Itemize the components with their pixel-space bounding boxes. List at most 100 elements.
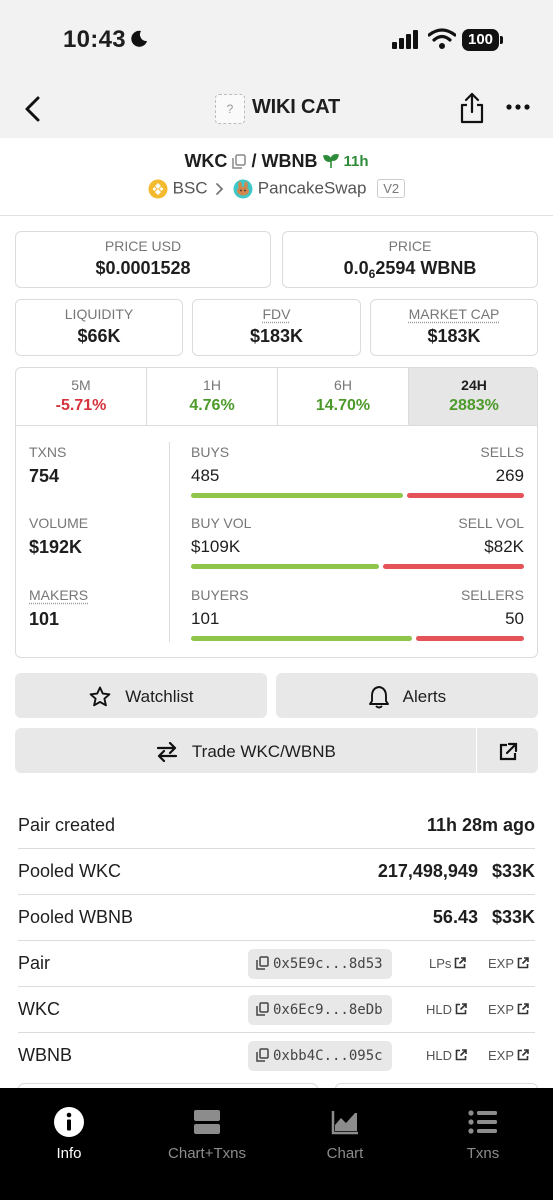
tab-chart-txns[interactable]: Chart+Txns <box>152 1106 262 1162</box>
makers-stat[interactable]: MAKERS 101 <box>29 587 88 630</box>
page-title: WIKI CAT <box>252 96 341 118</box>
more-options-icon[interactable] <box>506 104 530 110</box>
external-link-icon <box>517 957 529 969</box>
buys-sells-row: BUYS SELLS 485 269 <box>191 444 524 504</box>
wkc-holders-link[interactable]: HLD <box>426 1002 467 1017</box>
wkc-address-label: WKC <box>18 999 60 1019</box>
sprout-icon <box>322 154 339 169</box>
external-link-icon <box>455 957 467 969</box>
price-native-card: PRICE 0.062594 WBNB <box>282 231 538 288</box>
pair-header: WKC / WBNB 11h BSC PancakeSwap V2 <box>0 138 553 216</box>
share-icon[interactable] <box>459 92 485 124</box>
status-time: 10:43 <box>63 26 126 53</box>
pair-created-label: Pair created <box>18 815 116 835</box>
info-icon <box>54 1107 84 1137</box>
price-native-label: PRICE <box>388 238 432 254</box>
pair-explorer-link[interactable]: EXP <box>488 956 529 971</box>
tab-info[interactable]: Info <box>14 1106 124 1162</box>
trade-label: Trade WKC/WBNB <box>191 742 336 762</box>
market-cap-card[interactable]: MARKET CAP $183K <box>370 299 538 356</box>
pair-separator: / <box>251 150 257 171</box>
market-cap-value: $183K <box>427 326 481 346</box>
volume-split-row: BUY VOL SELL VOL $109K $82K <box>191 515 524 575</box>
token-image-placeholder: ? <box>215 94 245 124</box>
wkc-address-copy[interactable]: 0x6Ec9...8eDb <box>248 995 392 1025</box>
copy-icon <box>256 956 269 970</box>
alerts-button[interactable]: Alerts <box>276 673 538 718</box>
pooled-wkc-usd: $33K <box>491 861 535 881</box>
pooled-wkc-label: Pooled WKC <box>18 861 122 881</box>
copy-icon[interactable] <box>232 154 247 169</box>
tab-chart-label: Chart <box>326 1145 364 1162</box>
tab-24h[interactable]: 24H 2883% <box>409 368 537 425</box>
pair-address: 0x5E9c...8d53 <box>273 956 383 972</box>
watchlist-button[interactable]: Watchlist <box>15 673 267 718</box>
makers-label[interactable]: MAKERS <box>29 587 88 603</box>
chain-dex-line: BSC PancakeSwap V2 <box>0 178 553 199</box>
copy-icon <box>256 1048 269 1062</box>
external-link-icon <box>455 1003 467 1015</box>
pair-created-row: Pair created 11h 28m ago <box>18 803 535 849</box>
tab-txns[interactable]: Txns <box>428 1106 538 1162</box>
navigation-bar: ? WIKI CAT <box>0 80 553 138</box>
fdv-card[interactable]: FDV $183K <box>192 299 361 356</box>
pair-address-row: Pair 0x5E9c...8d53 LPs EXP <box>18 941 535 987</box>
pooled-wbnb-row: Pooled WBNB 56.43 $33K <box>18 895 535 941</box>
buy-vol-label: BUY VOL <box>191 515 252 531</box>
tab-6h-change: 14.70% <box>315 397 371 414</box>
trade-external-button[interactable] <box>477 728 538 773</box>
sell-vol-bar <box>383 564 524 569</box>
dex-name[interactable]: PancakeSwap <box>258 179 367 198</box>
tab-chart[interactable]: Chart <box>290 1106 400 1162</box>
wifi-icon <box>428 28 456 49</box>
wkc-address-row: WKC 0x6Ec9...8eDb HLD EXP <box>18 987 535 1033</box>
trade-button[interactable]: Trade WKC/WBNB <box>15 728 476 773</box>
bsc-chain-icon <box>148 179 168 199</box>
pooled-wbnb-amount: 56.43 <box>432 907 478 927</box>
buy-vol-bar <box>191 564 379 569</box>
price-usd-card: PRICE USD $0.0001528 <box>15 231 271 288</box>
buyers-sellers-row: BUYERS SELLERS 101 50 <box>191 587 524 647</box>
external-link-icon <box>455 1049 467 1061</box>
status-bar: 10:43 100 <box>0 0 553 80</box>
tab-1h[interactable]: 1H 4.76% <box>147 368 278 425</box>
external-link-icon <box>517 1003 529 1015</box>
buyers-bar <box>191 636 412 641</box>
pair-address-copy[interactable]: 0x5E9c...8d53 <box>248 949 392 979</box>
pooled-wkc-value: 217,498,949 $33K <box>378 861 535 882</box>
market-cap-label[interactable]: MARKET CAP <box>409 306 500 322</box>
tab-1h-label: 1H <box>203 377 221 393</box>
pooled-wbnb-value: 56.43 $33K <box>433 907 535 928</box>
chain-name[interactable]: BSC <box>173 179 208 198</box>
tab-5m-change: -5.71% <box>55 397 107 414</box>
copy-icon <box>256 1002 269 1016</box>
fdv-label[interactable]: FDV <box>263 306 291 322</box>
wbnb-holders-link[interactable]: HLD <box>426 1048 467 1063</box>
sell-vol-label: SELL VOL <box>458 515 524 531</box>
price-native-value: 0.062594 WBNB <box>343 258 477 281</box>
chevron-right-icon <box>216 182 224 195</box>
back-chevron-icon[interactable] <box>22 95 44 123</box>
pair-lps-link[interactable]: LPs <box>429 956 467 971</box>
tab-1h-change: 4.76% <box>189 397 235 414</box>
bottom-tab-bar: Info Chart+Txns Chart Txns <box>0 1088 553 1200</box>
volume-label: VOLUME <box>29 515 89 531</box>
battery-level: 100 <box>462 29 499 51</box>
list-icon <box>468 1110 497 1134</box>
buys-label: BUYS <box>191 444 230 460</box>
fdv-value: $183K <box>249 326 304 346</box>
tab-5m[interactable]: 5M -5.71% <box>16 368 147 425</box>
wbnb-explorer-link[interactable]: EXP <box>488 1048 529 1063</box>
liquidity-card: LIQUIDITY $66K <box>15 299 183 356</box>
wkc-address: 0x6Ec9...8eDb <box>273 1002 383 1018</box>
wbnb-address-copy[interactable]: 0xbb4C...095c <box>248 1041 392 1071</box>
txns-value: 754 <box>29 466 60 486</box>
wbnb-address-label: WBNB <box>18 1045 72 1065</box>
wbnb-address: 0xbb4C...095c <box>273 1048 383 1064</box>
wkc-explorer-link[interactable]: EXP <box>488 1002 529 1017</box>
pair-name: WKC / WBNB 11h <box>0 150 553 172</box>
tab-6h[interactable]: 6H 14.70% <box>278 368 409 425</box>
liquidity-label: LIQUIDITY <box>64 306 134 322</box>
external-link-icon <box>499 742 517 760</box>
sells-value: 269 <box>495 466 524 485</box>
